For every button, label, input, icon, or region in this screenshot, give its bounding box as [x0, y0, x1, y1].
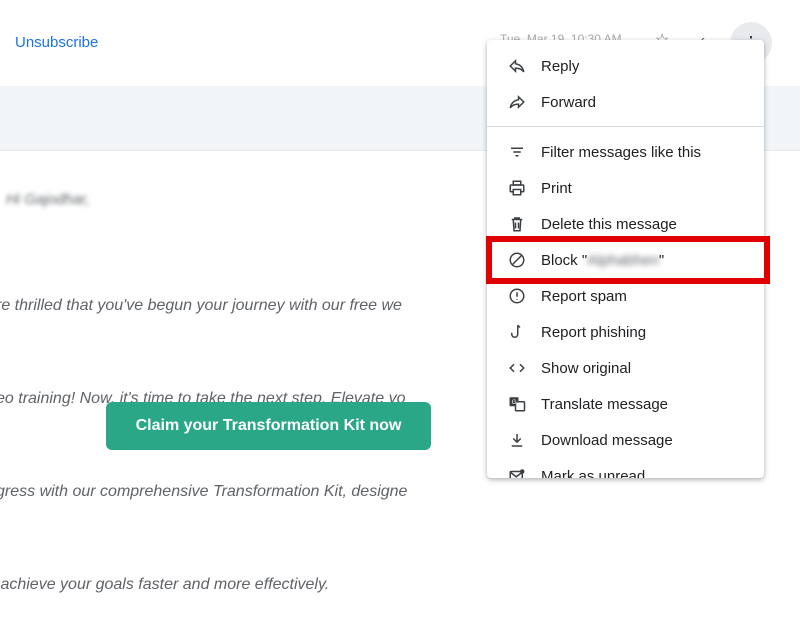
claim-kit-button[interactable]: Claim your Transformation Kit now: [106, 402, 431, 450]
menu-item-label: Delete this message: [541, 215, 677, 233]
block-highlight-box: [486, 236, 770, 284]
unsubscribe-link[interactable]: Unsubscribe: [15, 34, 98, 51]
reply-icon: [507, 56, 527, 76]
filter-icon: [507, 142, 527, 162]
body-line: re thrilled that you've begun your journ…: [0, 297, 402, 314]
forward-icon: [507, 92, 527, 112]
menu-item-label: Show original: [541, 359, 632, 377]
menu-item-label: Mark as unread: [541, 467, 646, 479]
menu-item-label: Filter messages like this: [541, 143, 702, 161]
menu-item-download[interactable]: Download message: [487, 422, 764, 458]
download-icon: [507, 430, 527, 450]
email-greeting: Hi Gajodhar,: [6, 191, 90, 208]
menu-item-show-original[interactable]: Show original: [487, 350, 764, 386]
menu-item-print[interactable]: Print: [487, 170, 764, 206]
report-spam-icon: [507, 286, 527, 306]
menu-item-mark-unread[interactable]: Mark as unread: [487, 458, 764, 478]
menu-item-filter[interactable]: Filter messages like this: [487, 134, 764, 170]
body-line: gress with our comprehensive Transformat…: [0, 483, 408, 500]
menu-item-label: Forward: [541, 93, 597, 111]
menu-divider: [487, 126, 764, 127]
menu-item-translate[interactable]: G Translate message: [487, 386, 764, 422]
print-icon: [507, 178, 527, 198]
phishing-hook-icon: [507, 322, 527, 342]
menu-item-label: Report spam: [541, 287, 627, 305]
menu-item-report-phishing[interactable]: Report phishing: [487, 314, 764, 350]
menu-item-forward[interactable]: Forward: [487, 84, 764, 120]
body-line: achieve your goals faster and more effec…: [0, 576, 330, 593]
menu-item-label: Report phishing: [541, 323, 647, 341]
trash-icon: [507, 214, 527, 234]
menu-item-label: Print: [541, 179, 572, 197]
menu-item-reply[interactable]: Reply: [487, 48, 764, 84]
code-icon: [507, 358, 527, 378]
menu-item-label: Translate message: [541, 395, 669, 413]
menu-item-label: Download message: [541, 431, 673, 449]
mark-unread-icon: [507, 466, 527, 478]
menu-item-label: Reply: [541, 57, 580, 75]
svg-text:G: G: [512, 400, 517, 406]
translate-icon: G: [507, 394, 527, 414]
